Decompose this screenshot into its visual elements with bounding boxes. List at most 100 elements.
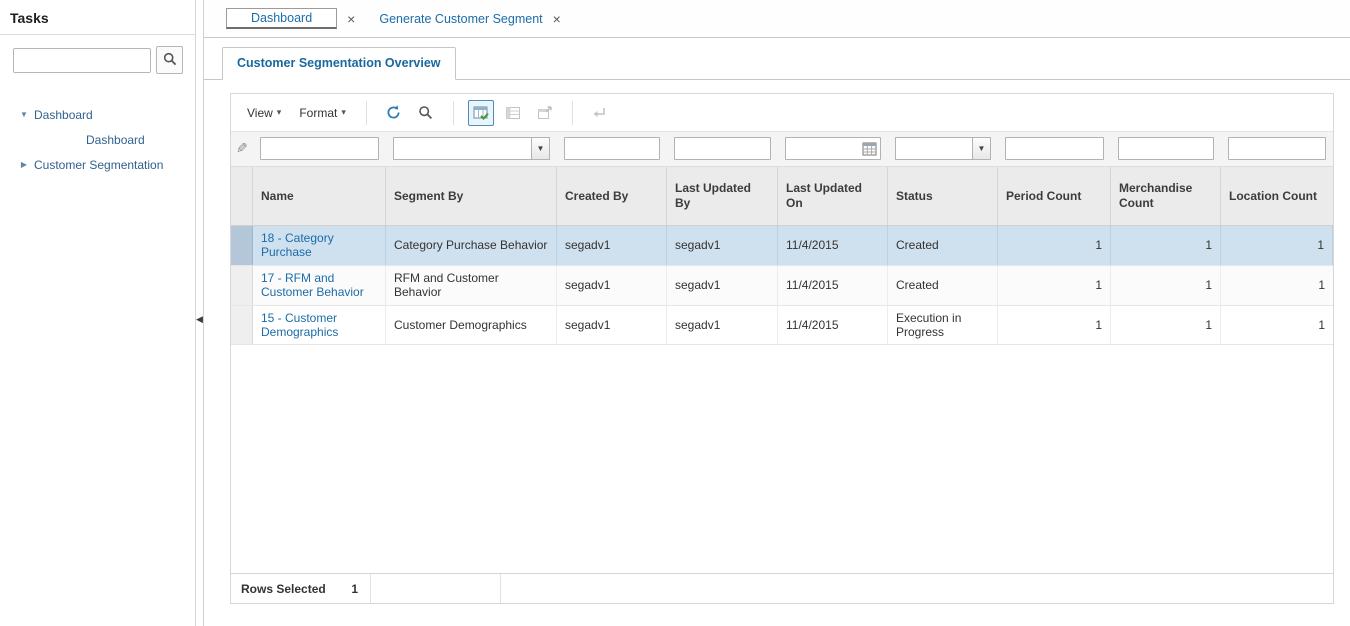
table-status-bar: Rows Selected 1: [231, 573, 1333, 603]
cell-last-updated-by: segadv1: [667, 226, 778, 265]
column-header-last-updated-on[interactable]: Last Updated On: [778, 167, 888, 225]
filter-merchandise-count-input[interactable]: [1118, 137, 1214, 160]
detach-icon: [532, 100, 558, 126]
filter-status-input[interactable]: [895, 137, 972, 160]
column-header-status[interactable]: Status: [888, 167, 998, 225]
tab-dashboard[interactable]: Dashboard ×: [214, 0, 367, 37]
close-icon[interactable]: ×: [347, 12, 355, 26]
toolbar-separator: [571, 100, 573, 125]
segment-link[interactable]: 15 - Customer Demographics: [261, 311, 377, 340]
column-header-segment-by[interactable]: Segment By: [386, 167, 557, 225]
sidebar-item-dashboard[interactable]: Dashboard: [34, 108, 93, 122]
cell-segment-by: RFM and Customer Behavior: [386, 265, 557, 305]
close-icon[interactable]: ×: [553, 12, 561, 26]
tab-generate-label: Generate Customer Segment: [379, 11, 543, 26]
column-header-merchandise-count[interactable]: Merchandise Count: [1111, 167, 1221, 225]
search-icon: [163, 52, 177, 69]
filter-segment-by-dropdown[interactable]: ▼: [531, 137, 550, 160]
enter-arrow-icon: [587, 100, 613, 126]
panel-splitter[interactable]: ◀: [196, 0, 204, 626]
tab-generate-customer-segment[interactable]: Generate Customer Segment ×: [367, 0, 572, 37]
collapsed-toggle-icon[interactable]: ▶: [18, 160, 30, 169]
row-select-gutter[interactable]: [231, 226, 253, 265]
calendar-icon[interactable]: [862, 141, 877, 159]
expanded-toggle-icon[interactable]: ▼: [18, 110, 30, 119]
status-bar-cell: [371, 574, 501, 603]
row-select-gutter[interactable]: [231, 265, 253, 305]
subtab-strip: Customer Segmentation Overview: [204, 38, 1350, 80]
chevron-down-icon: ▼: [977, 144, 986, 153]
query-by-example-icon[interactable]: [467, 99, 494, 126]
toolbar-separator: [452, 100, 454, 125]
rows-selected-cell: Rows Selected 1: [231, 574, 371, 603]
cell-status: Execution in Progress: [888, 305, 998, 345]
column-header-location-count[interactable]: Location Count: [1221, 167, 1333, 225]
filter-name-input[interactable]: [260, 137, 379, 160]
cell-merchandise-count: 1: [1111, 305, 1221, 345]
sidebar-item-dashboard-link[interactable]: Dashboard: [86, 133, 145, 147]
cell-created-by: segadv1: [557, 265, 667, 305]
table-toolbar: View ▾ Format ▾: [231, 94, 1333, 132]
filter-period-count-input[interactable]: [1005, 137, 1104, 160]
chevron-down-icon: ▼: [536, 144, 545, 153]
view-menu-label: View: [247, 105, 273, 120]
tree-node-dashboard-child[interactable]: Dashboard: [0, 127, 195, 152]
cell-merchandise-count: 1: [1111, 265, 1221, 305]
search-icon[interactable]: [413, 100, 439, 126]
rows-selected-value: 1: [351, 581, 358, 596]
document-tab-bar: Dashboard × Generate Customer Segment ×: [204, 0, 1350, 38]
subtab-customer-segmentation-overview[interactable]: Customer Segmentation Overview: [222, 47, 456, 80]
chevron-down-icon: ▾: [276, 107, 282, 117]
cell-last-updated-on: 11/4/2015: [778, 226, 888, 265]
column-header-created-by[interactable]: Created By: [557, 167, 667, 225]
cell-last-updated-on: 11/4/2015: [778, 265, 888, 305]
format-menu-label: Format: [299, 105, 338, 120]
format-menu-button[interactable]: Format ▾: [293, 102, 352, 124]
cell-period-count: 1: [998, 265, 1111, 305]
cell-merchandise-count: 1: [1111, 226, 1221, 265]
cell-status: Created: [888, 265, 998, 305]
tasks-tree: ▼ Dashboard Dashboard ▶ Customer Segment…: [0, 80, 195, 177]
table-row[interactable]: 17 - RFM and Customer Behavior RFM and C…: [231, 265, 1333, 306]
tasks-panel: Tasks ▼ Dashboard Dashboard ▶ Customer S…: [0, 0, 196, 626]
cell-period-count: 1: [998, 226, 1111, 265]
main-area: Dashboard × Generate Customer Segment × …: [204, 0, 1350, 626]
tree-node-customer-segmentation[interactable]: ▶ Customer Segmentation: [0, 152, 195, 177]
filter-location-count-input[interactable]: [1228, 137, 1326, 160]
column-header-name[interactable]: Name: [253, 167, 386, 225]
cell-last-updated-by: segadv1: [667, 265, 778, 305]
segment-link[interactable]: 18 - Category Purchase: [261, 231, 377, 260]
rows-selected-label: Rows Selected: [241, 581, 326, 596]
chevron-down-icon: ▾: [341, 107, 346, 117]
collapse-pane-icon[interactable]: ◀: [196, 310, 203, 328]
view-menu-button[interactable]: View ▾: [241, 102, 287, 124]
filter-status-dropdown[interactable]: ▼: [972, 137, 991, 160]
tasks-search-button[interactable]: [156, 46, 183, 74]
table-row[interactable]: 15 - Customer Demographics Customer Demo…: [231, 305, 1333, 346]
freeze-icon: [500, 100, 526, 126]
cell-period-count: 1: [998, 305, 1111, 345]
cell-location-count: 1: [1318, 317, 1325, 332]
segment-link[interactable]: 17 - RFM and Customer Behavior: [261, 271, 377, 300]
row-select-gutter[interactable]: [231, 305, 253, 345]
table-row[interactable]: 18 - Category Purchase Category Purchase…: [231, 226, 1333, 266]
edit-pencil-icon[interactable]: ✎: [236, 140, 248, 157]
filter-last-updated-by-input[interactable]: [674, 137, 771, 160]
table-header-row: Name Segment By Created By Last Updated …: [231, 166, 1333, 226]
cell-created-by: segadv1: [557, 226, 667, 265]
cell-location-count: 1: [1221, 226, 1333, 265]
column-header-last-updated-by[interactable]: Last Updated By: [667, 167, 778, 225]
refresh-icon[interactable]: [381, 100, 407, 126]
cell-segment-by: Category Purchase Behavior: [386, 226, 557, 265]
tasks-title: Tasks: [0, 0, 195, 35]
cell-last-updated-on: 11/4/2015: [778, 305, 888, 345]
filter-segment-by-input[interactable]: [393, 137, 531, 160]
tasks-search-input[interactable]: [13, 47, 151, 73]
sidebar-item-customer-segmentation[interactable]: Customer Segmentation: [34, 158, 163, 172]
tree-node-dashboard[interactable]: ▼ Dashboard: [0, 102, 195, 127]
row-select-gutter-header: [231, 167, 253, 225]
column-header-period-count[interactable]: Period Count: [998, 167, 1111, 225]
filter-created-by-input[interactable]: [564, 137, 660, 160]
toolbar-separator: [365, 100, 367, 125]
segments-table-panel: View ▾ Format ▾ ✎ ▼ ▼ Name Segment By Cr…: [230, 93, 1334, 604]
